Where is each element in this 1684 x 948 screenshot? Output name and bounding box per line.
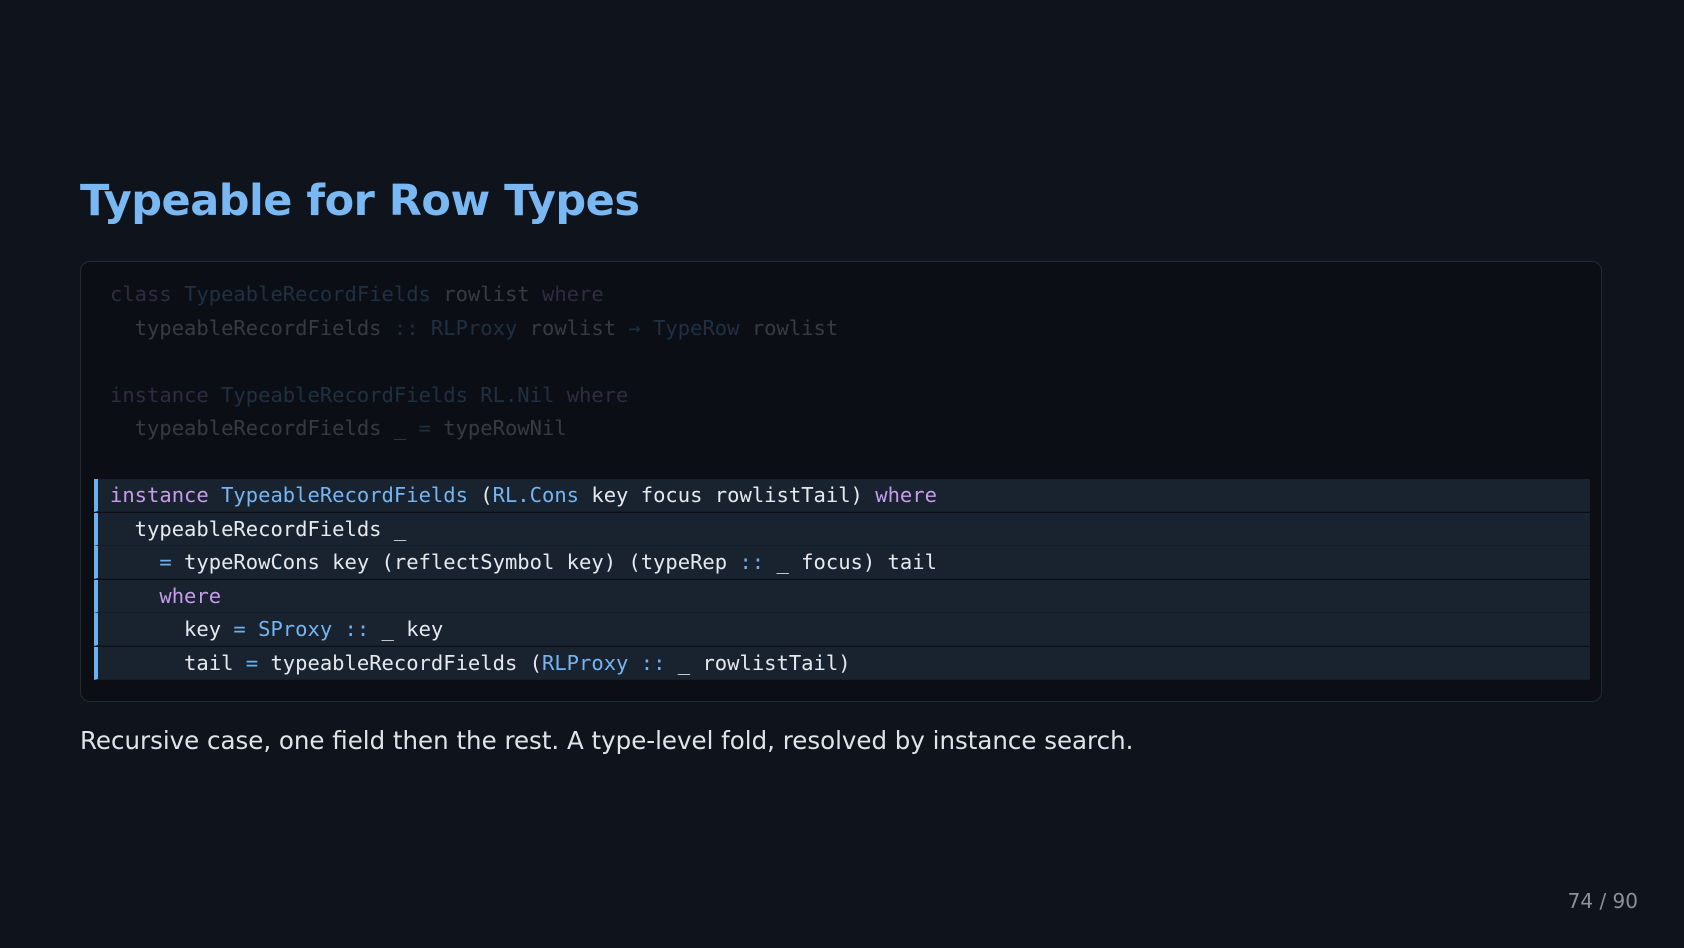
code-token: :: — [393, 315, 419, 340]
page-current: 74 — [1567, 889, 1594, 913]
code-token: TypeableRecordFields — [221, 483, 468, 507]
code-token: typeRowNil — [430, 416, 567, 440]
code-token: ( — [467, 483, 493, 507]
code-line-dimmed — [94, 345, 1590, 378]
code-token: typeRowCons key (reflectSymbol key) (typ… — [171, 550, 740, 574]
code-line-highlighted: = typeRowCons key (reflectSymbol key) (t… — [94, 546, 1590, 579]
code-token: = — [245, 650, 259, 675]
code-token: where — [875, 483, 937, 507]
code-token: TypeableRecordFields — [184, 282, 431, 306]
code-token: TypeableRecordFields — [221, 382, 468, 407]
code-token: typeableRecordFields _ — [110, 516, 407, 541]
code-token: tail — [110, 650, 246, 675]
code-line-highlighted: key = SProxy :: _ key — [94, 613, 1590, 646]
code-token: :: — [640, 650, 666, 675]
code-line-dimmed: class TypeableRecordFields rowlist where — [94, 278, 1590, 311]
code-token: :: — [344, 617, 370, 641]
code-token: typeableRecordFields ( — [258, 650, 542, 675]
code-token: where — [542, 282, 604, 306]
code-token: RLProxy — [541, 650, 629, 675]
code-line-dimmed — [94, 446, 1590, 479]
code-token: rowlist — [517, 315, 629, 340]
code-token: where — [566, 382, 629, 407]
slide: Typeable for Row Types class TypeableRec… — [0, 0, 1684, 948]
code-token: SProxy — [258, 617, 333, 641]
page-counter: 74 / 90 — [1568, 889, 1638, 913]
code-block: class TypeableRecordFields rowlist where… — [80, 261, 1602, 702]
code-token: where — [159, 583, 222, 608]
code-line-highlighted: instance TypeableRecordFields (RL.Cons k… — [94, 479, 1590, 512]
code-token: key focus rowlistTail) — [579, 483, 876, 507]
code-token: = — [159, 550, 172, 574]
code-token: _ rowlistTail) — [665, 650, 851, 675]
code-token: rowlist — [430, 282, 542, 306]
code-token: typeableRecordFields — [110, 315, 394, 340]
code-token: class — [110, 282, 172, 306]
code-token: rowlist — [739, 315, 839, 340]
code-line-highlighted: typeableRecordFields _ — [94, 512, 1590, 546]
code-line-dimmed: typeableRecordFields _ = typeRowNil — [94, 412, 1590, 445]
slide-caption: Recursive case, one field then the rest.… — [80, 726, 1134, 755]
page-separator: / — [1599, 889, 1607, 913]
code-token: typeableRecordFields _ — [110, 416, 419, 440]
code-token: _ key — [369, 617, 444, 641]
code-token: → — [628, 315, 641, 340]
code-token: :: — [739, 550, 765, 574]
code-token: _ focus) tail — [764, 550, 937, 574]
slide-title: Typeable for Row Types — [80, 176, 640, 226]
code-token: instance — [110, 483, 209, 507]
code-token: instance — [110, 382, 209, 407]
code-token: = — [418, 416, 431, 440]
code-token: RL.Cons — [492, 483, 580, 507]
code-line-dimmed: typeableRecordFields :: RLProxy rowlist … — [94, 312, 1590, 345]
code-token: = — [233, 617, 246, 641]
code-line-highlighted: where — [94, 579, 1590, 613]
code-line-dimmed: instance TypeableRecordFields RL.Nil whe… — [94, 379, 1590, 412]
code-token: RLProxy — [430, 315, 518, 340]
page-total: 90 — [1612, 889, 1638, 913]
code-line-highlighted: tail = typeableRecordFields (RLProxy :: … — [94, 646, 1590, 680]
code-token: key — [110, 617, 234, 641]
code-token: TypeRow — [653, 315, 740, 340]
code-token: RL.Nil — [480, 382, 555, 407]
